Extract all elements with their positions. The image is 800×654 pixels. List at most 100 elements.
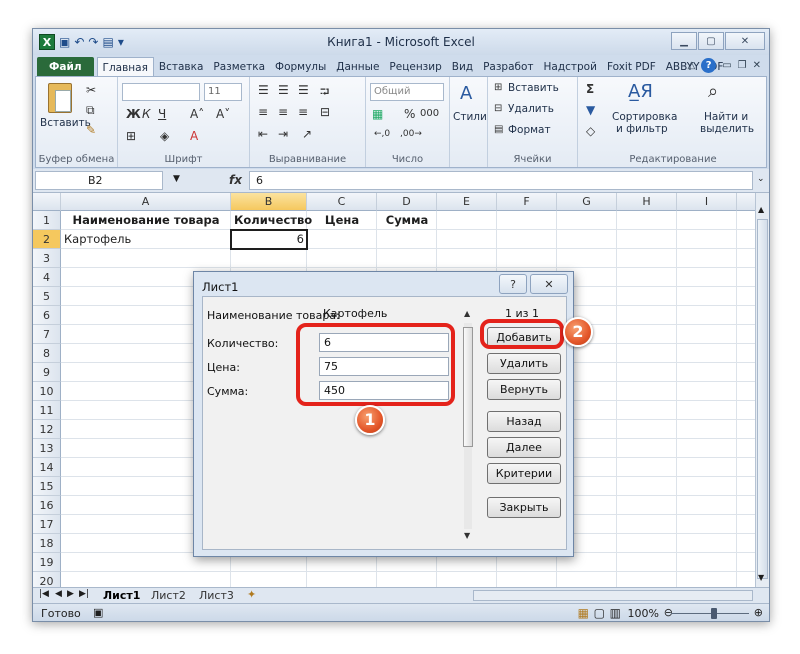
clear-icon[interactable]: ◇ <box>586 124 595 138</box>
row-header-15[interactable]: 15 <box>33 477 61 496</box>
row-header-10[interactable]: 10 <box>33 382 61 401</box>
restore-record-button[interactable]: Вернуть <box>487 379 561 400</box>
row-header-7[interactable]: 7 <box>33 325 61 344</box>
align-left-icon[interactable]: ≡ <box>258 105 268 119</box>
row-header-6[interactable]: 6 <box>33 306 61 325</box>
sheet-tab-2[interactable]: Лист2 <box>151 588 186 603</box>
tab-home[interactable]: Главная <box>96 57 154 77</box>
row-header-18[interactable]: 18 <box>33 534 61 553</box>
save-icon[interactable]: ▣ <box>59 35 70 49</box>
tab-file[interactable]: Файл <box>37 57 94 77</box>
excel-logo-icon[interactable]: X <box>39 34 55 50</box>
font-name-combo[interactable] <box>122 83 200 101</box>
italic-icon[interactable]: К <box>142 107 151 121</box>
paste-icon[interactable] <box>48 83 72 113</box>
paste-button[interactable]: Вставить <box>40 117 91 129</box>
select-all-corner[interactable] <box>33 193 61 211</box>
row-header-4[interactable]: 4 <box>33 268 61 287</box>
row-header-12[interactable]: 12 <box>33 420 61 439</box>
tab-data[interactable]: Данные <box>331 57 384 77</box>
first-sheet-icon[interactable]: |◀ <box>39 589 49 599</box>
next-record-button[interactable]: Далее <box>487 437 561 458</box>
zoom-level[interactable]: 100% <box>628 607 659 620</box>
styles-button[interactable]: Стили <box>453 111 487 123</box>
column-header-i[interactable]: I <box>677 193 737 211</box>
macro-record-icon[interactable]: ▣ <box>93 606 103 619</box>
increase-indent-icon[interactable]: ⇥ <box>278 127 288 141</box>
column-header-h[interactable]: H <box>617 193 677 211</box>
row-header-9[interactable]: 9 <box>33 363 61 382</box>
row-header-11[interactable]: 11 <box>33 401 61 420</box>
insert-cells-icon[interactable]: ⊞ <box>494 82 502 93</box>
row-header-16[interactable]: 16 <box>33 496 61 515</box>
insert-cells-button[interactable]: Вставить <box>508 82 559 94</box>
find-select-icon[interactable]: ⌕ <box>708 81 718 102</box>
horizontal-scrollbar[interactable] <box>473 590 753 601</box>
scroll-down-icon[interactable]: ▼ <box>758 573 764 582</box>
grow-font-icon[interactable]: A˄ <box>190 107 204 121</box>
insert-sheet-icon[interactable]: ✦ <box>247 588 256 601</box>
autosum-icon[interactable]: Σ <box>586 82 594 96</box>
sheet-tab-3[interactable]: Лист3 <box>199 588 234 603</box>
criteria-button[interactable]: Критерии <box>487 463 561 484</box>
undo-icon[interactable]: ↶ <box>74 35 84 49</box>
maximize-icon[interactable]: ▢ <box>698 32 724 50</box>
row-header-2[interactable]: 2 <box>33 230 61 249</box>
row-header-1[interactable]: 1 <box>33 211 61 230</box>
tab-foxit-pdf[interactable]: Foxit PDF <box>602 57 661 77</box>
font-size-combo[interactable]: 11 <box>204 83 242 101</box>
expand-formula-icon[interactable]: ⌄ <box>757 174 765 184</box>
tab-developer[interactable]: Разработ <box>478 57 538 77</box>
record-scroll-thumb[interactable] <box>463 327 473 447</box>
name-box-dropdown-icon[interactable]: ▼ <box>173 174 180 184</box>
sort-filter-line2[interactable]: и фильтр <box>616 123 668 135</box>
sheet-tab-1[interactable]: Лист1 <box>103 588 140 603</box>
bold-icon[interactable]: Ж <box>126 107 141 121</box>
sort-filter-icon[interactable]: A̲Я <box>628 81 653 102</box>
formula-input[interactable]: 6 <box>249 171 753 190</box>
shrink-font-icon[interactable]: A˅ <box>216 107 230 121</box>
row-header-5[interactable]: 5 <box>33 287 61 306</box>
zoom-in-icon[interactable]: ⊕ <box>754 606 763 619</box>
help-icon[interactable]: ? <box>701 58 717 73</box>
fill-icon[interactable]: ▼ <box>586 103 595 117</box>
row-header-17[interactable]: 17 <box>33 515 61 534</box>
previous-record-button[interactable]: Назад <box>487 411 561 432</box>
row-header-3[interactable]: 3 <box>33 249 61 268</box>
row-header-19[interactable]: 19 <box>33 553 61 572</box>
orientation-icon[interactable]: ↗ <box>302 127 312 141</box>
tab-page-layout[interactable]: Разметка <box>208 57 270 77</box>
collapse-ribbon-icon[interactable]: △ <box>687 60 695 71</box>
merge-cells-icon[interactable]: ⊟ <box>320 105 330 119</box>
restore-workbook-icon[interactable]: ❐ <box>738 60 747 71</box>
tab-addins[interactable]: Надстрой <box>539 57 602 77</box>
borders-icon[interactable]: ⊞ <box>126 129 136 143</box>
delete-cells-button[interactable]: Удалить <box>508 103 554 115</box>
column-header-g[interactable]: G <box>557 193 617 211</box>
prev-sheet-icon[interactable]: ◀ <box>55 589 62 599</box>
copy-icon[interactable]: ⧉ <box>86 103 95 118</box>
close-dialog-button[interactable]: Закрыть <box>487 497 561 518</box>
thousands-icon[interactable]: 000 <box>420 108 439 119</box>
percent-icon[interactable]: % <box>404 107 415 121</box>
find-select-line2[interactable]: выделить <box>700 123 754 135</box>
column-header-f[interactable]: F <box>497 193 557 211</box>
dialog-close-icon[interactable]: ✕ <box>530 274 568 294</box>
record-scroll-up-icon[interactable]: ▲ <box>464 309 470 318</box>
tab-formulas[interactable]: Формулы <box>270 57 331 77</box>
align-top-icon[interactable]: ☰ <box>258 83 269 97</box>
number-format-combo[interactable]: Общий <box>370 83 444 101</box>
font-color-icon[interactable]: A <box>190 129 198 143</box>
last-sheet-icon[interactable]: ▶| <box>79 589 89 599</box>
redo-icon[interactable]: ↷ <box>88 35 98 49</box>
format-cells-icon[interactable]: ▤ <box>494 124 503 135</box>
row-header-8[interactable]: 8 <box>33 344 61 363</box>
row-header-14[interactable]: 14 <box>33 458 61 477</box>
find-select-line1[interactable]: Найти и <box>704 111 748 123</box>
delete-cells-icon[interactable]: ⊟ <box>494 103 502 114</box>
zoom-slider[interactable] <box>671 613 749 614</box>
wrap-text-icon[interactable]: ⮒ <box>320 83 329 104</box>
vertical-scroll-thumb[interactable] <box>757 219 768 579</box>
name-box[interactable]: B2 <box>35 171 163 190</box>
close-icon[interactable]: ✕ <box>725 32 765 50</box>
